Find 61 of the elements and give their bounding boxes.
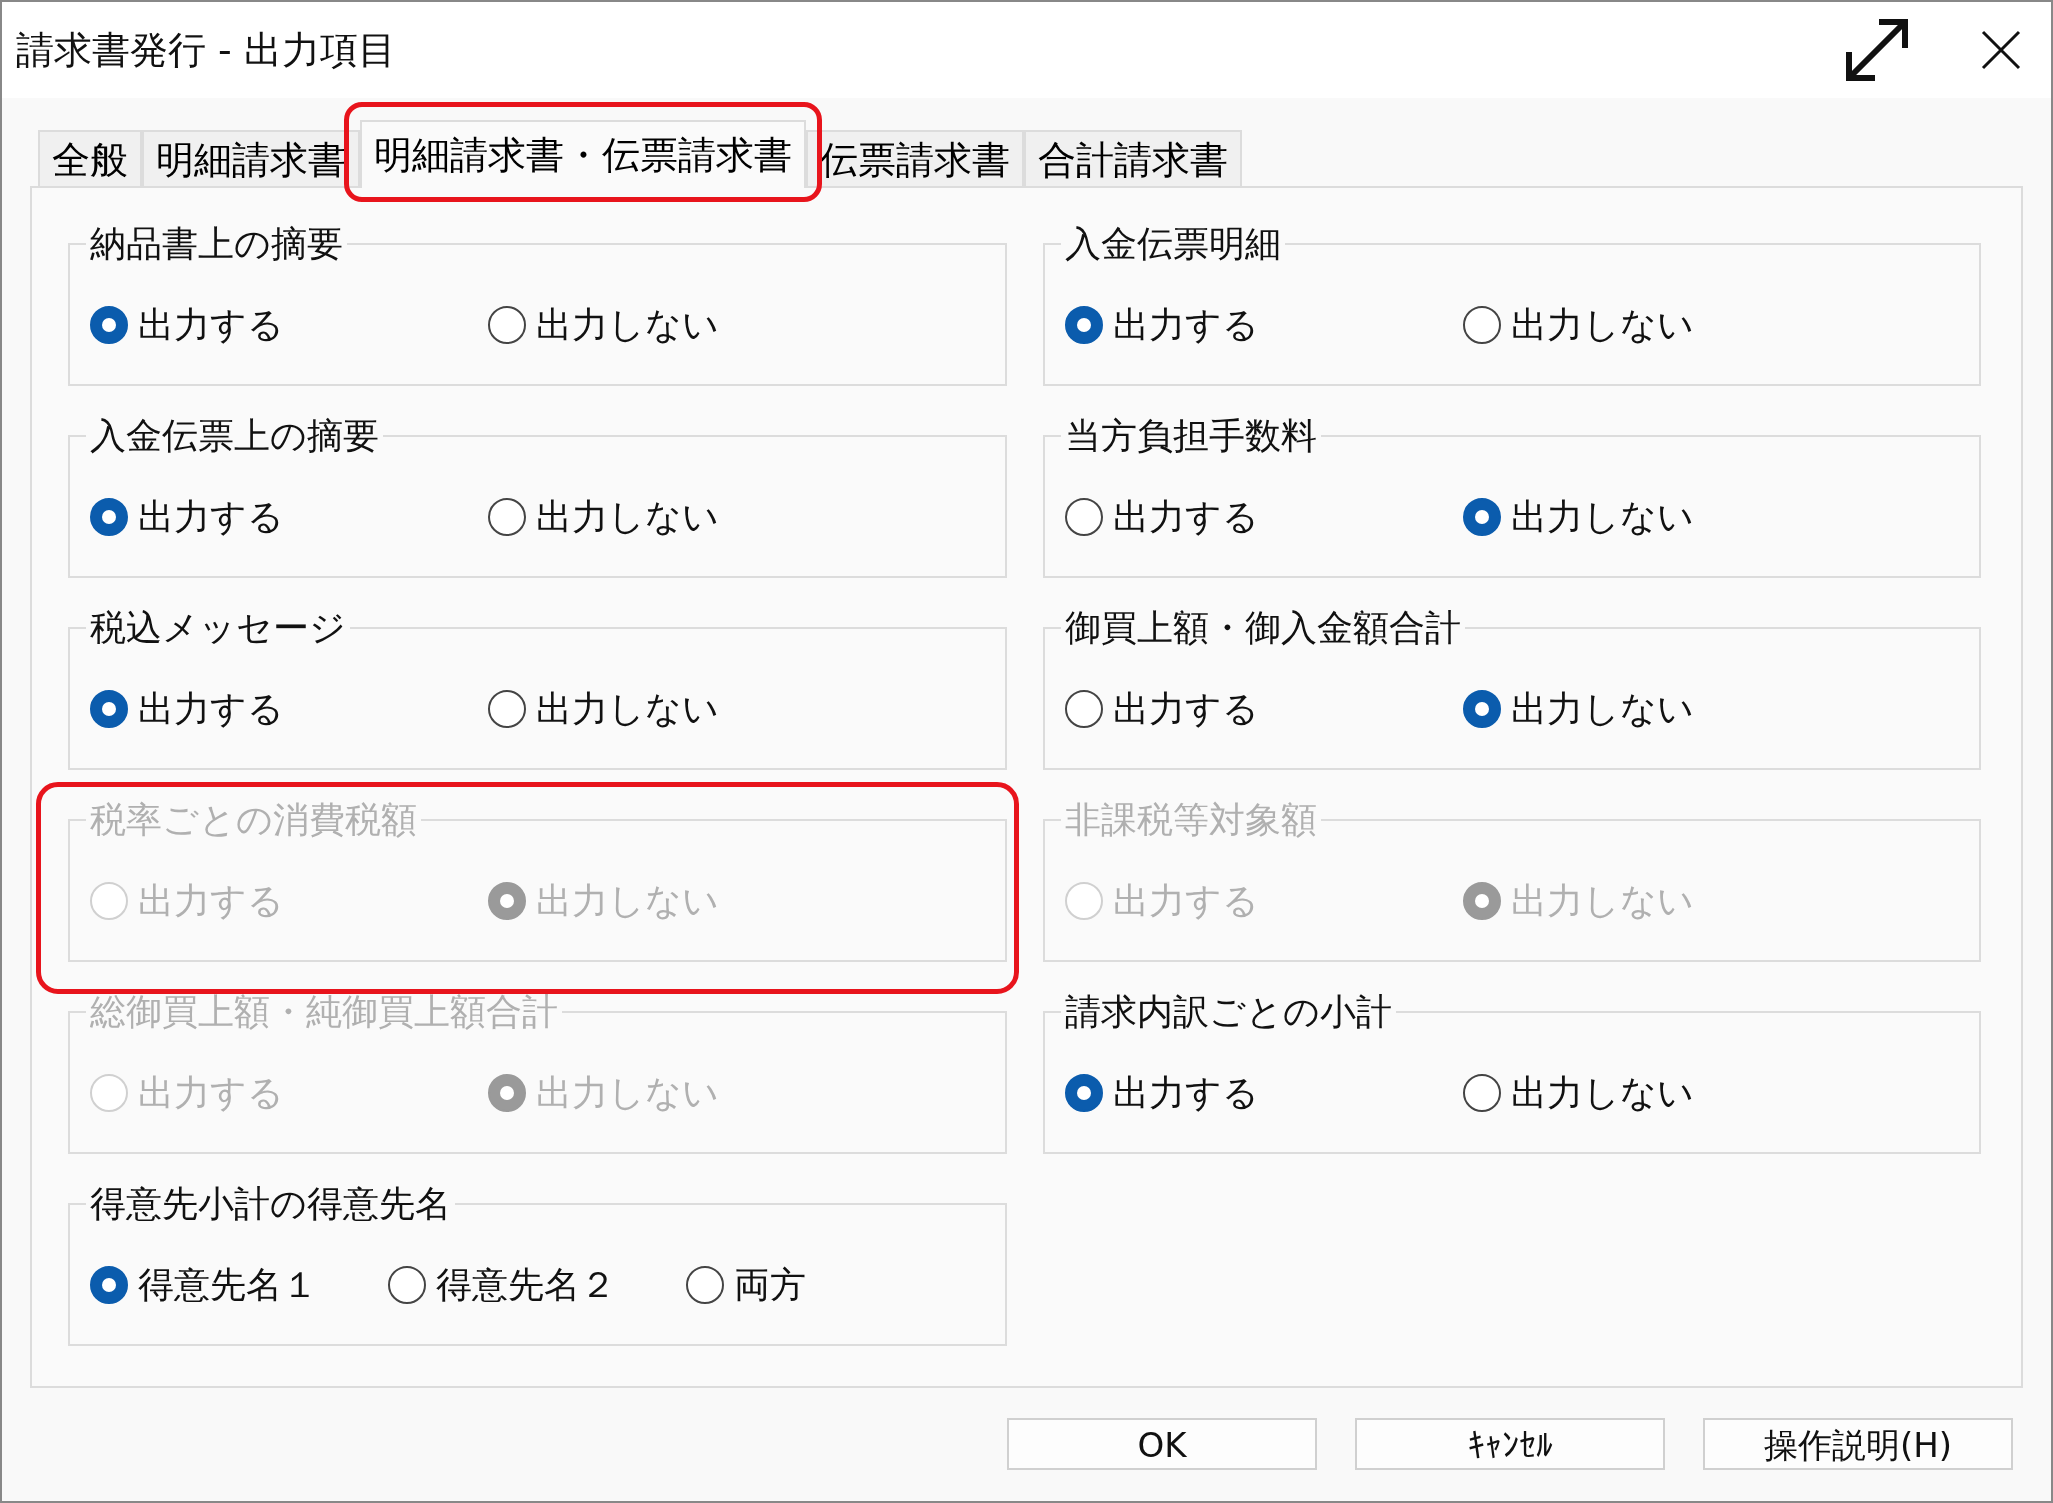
- close-icon[interactable]: [1981, 30, 2021, 70]
- group-label: 税込メッセージ: [89, 606, 347, 650]
- tab[interactable]: 伝票請求書: [806, 130, 1024, 186]
- group-label: 入金伝票上の摘要: [89, 414, 380, 458]
- radio-button[interactable]: [90, 690, 128, 728]
- radio-button[interactable]: [90, 306, 128, 344]
- group-label: 請求内訳ごとの小計: [1063, 990, 1393, 1034]
- radio-button[interactable]: [1462, 306, 1501, 344]
- radio-label: 出力しない: [1510, 879, 1694, 923]
- radio-label: 出力する: [138, 687, 284, 731]
- tab[interactable]: 明細請求書・伝票請求書: [360, 120, 806, 188]
- radio-button[interactable]: [488, 498, 526, 536]
- radio-button[interactable]: [1064, 690, 1103, 728]
- group-label: 御買上額・御入金額合計: [1063, 606, 1462, 650]
- radio-label: 出力する: [1112, 1071, 1259, 1115]
- group-label: 得意先小計の得意先名: [89, 1182, 452, 1226]
- radio-label: 出力する: [138, 879, 284, 923]
- radio-button[interactable]: [686, 1266, 725, 1304]
- radio-label: 出力する: [1112, 687, 1259, 731]
- dialog-button[interactable]: 操作説明(H): [1703, 1418, 2013, 1470]
- radio-button[interactable]: [1462, 690, 1501, 728]
- radio-label: 出力する: [138, 303, 284, 347]
- tab[interactable]: 合計請求書: [1024, 130, 1242, 186]
- radio-label: 得意先名２: [436, 1263, 617, 1307]
- window-title: 請求書発行 - 出力項目: [16, 26, 396, 74]
- radio-label: 出力する: [138, 1071, 284, 1115]
- radio-label: 得意先名１: [138, 1263, 318, 1307]
- radio-button[interactable]: [1064, 1074, 1103, 1112]
- radio-label: 出力しない: [1510, 495, 1694, 539]
- dialog-button[interactable]: ｷｬﾝｾﾙ: [1355, 1418, 1665, 1470]
- radio-button[interactable]: [488, 690, 526, 728]
- radio-label: 出力しない: [536, 687, 719, 731]
- radio-label: 出力しない: [536, 879, 719, 923]
- radio-label: 出力しない: [536, 495, 719, 539]
- radio-button[interactable]: [488, 306, 526, 344]
- radio-button[interactable]: [1064, 306, 1103, 344]
- radio-label: 出力する: [1112, 303, 1259, 347]
- radio-label: 出力しない: [536, 303, 719, 347]
- radio-label: 両方: [734, 1263, 807, 1307]
- radio-button[interactable]: [1462, 498, 1501, 536]
- radio-label: 出力する: [1112, 495, 1259, 539]
- radio-label: 出力しない: [1510, 687, 1694, 731]
- radio-button[interactable]: [90, 1266, 128, 1304]
- radio-label: 出力しない: [1510, 1071, 1694, 1115]
- tab[interactable]: 明細請求書: [142, 130, 360, 186]
- group-label: 税率ごとの消費税額: [89, 798, 418, 842]
- radio-button[interactable]: [1462, 1074, 1501, 1112]
- radio-button[interactable]: [1064, 498, 1103, 536]
- group-label: 入金伝票明細: [1063, 222, 1282, 266]
- group-label: 納品書上の摘要: [89, 222, 344, 266]
- group-label: 当方負担手数料: [1063, 414, 1318, 458]
- radio-button[interactable]: [388, 1266, 427, 1304]
- group-label: 非課税等対象額: [1063, 798, 1318, 842]
- radio-label: 出力しない: [536, 1071, 719, 1115]
- dialog-button[interactable]: OK: [1007, 1418, 1317, 1470]
- group-label: 総御買上額・純御買上額合計: [89, 990, 559, 1034]
- tab[interactable]: 全般: [38, 130, 142, 186]
- radio-button[interactable]: [90, 498, 128, 536]
- radio-label: 出力する: [138, 495, 284, 539]
- radio-label: 出力する: [1112, 879, 1259, 923]
- radio-label: 出力しない: [1510, 303, 1694, 347]
